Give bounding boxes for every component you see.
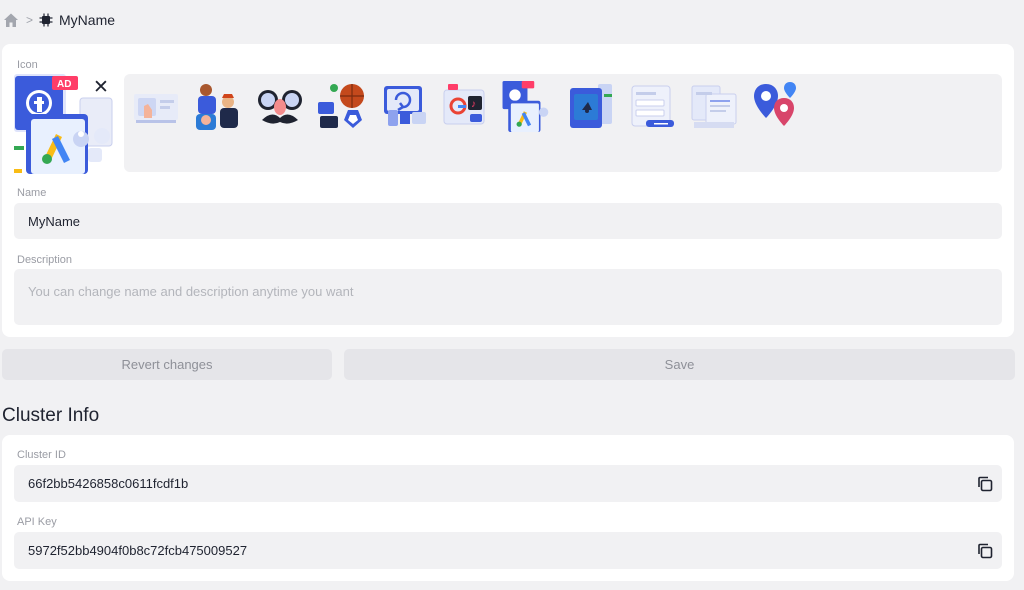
breadcrumb-title: MyName — [59, 12, 116, 28]
icon-option-login-form[interactable] — [626, 80, 678, 132]
icon-option-phone-notification[interactable] — [564, 80, 616, 132]
icon-option-documents[interactable] — [688, 80, 740, 132]
cluster-id-label: Cluster ID — [17, 449, 66, 461]
icon-option-team-people[interactable] — [192, 80, 244, 132]
cluster-id-value: 66f2bb5426858c0611fcdf1b — [28, 476, 189, 491]
icon-option-video-call[interactable] — [130, 80, 182, 132]
chip-icon — [39, 13, 53, 27]
breadcrumb: > MyName — [2, 10, 115, 30]
api-key-field[interactable]: 5972f52bb4904f0b8c72fcb475009527 — [14, 532, 1002, 569]
name-field[interactable]: MyName — [14, 203, 1002, 239]
cluster-info-title: Cluster Info — [2, 405, 100, 426]
cluster-info-card: Cluster ID 66f2bb5426858c0611fcdf1b API … — [2, 435, 1014, 581]
icon-option-disguise-glasses[interactable] — [254, 80, 306, 132]
settings-card: Icon AD ✕ ♪ Name MyName Description You … — [2, 44, 1014, 337]
icon-option-map-pins[interactable] — [750, 80, 802, 132]
svg-text:♪: ♪ — [471, 99, 476, 110]
icon-label: Icon — [17, 59, 38, 71]
revert-changes-button[interactable]: Revert changes — [2, 349, 332, 380]
icon-gallery: ♪ — [124, 74, 1002, 172]
description-field[interactable]: You can change name and description anyt… — [14, 269, 1002, 325]
save-button[interactable]: Save — [344, 349, 1015, 380]
copy-icon[interactable] — [976, 475, 994, 493]
icon-option-media-apps[interactable]: ♪ — [440, 80, 492, 132]
breadcrumb-separator: > — [26, 13, 34, 27]
api-key-label: API Key — [17, 516, 57, 528]
name-value: MyName — [28, 213, 81, 229]
description-label: Description — [17, 254, 73, 266]
icon-option-facebook-google-ads[interactable] — [502, 80, 554, 132]
api-key-value: 5972f52bb4904f0b8c72fcb475009527 — [28, 543, 248, 558]
description-placeholder: You can change name and description anyt… — [28, 284, 354, 299]
icon-option-sports-stats[interactable] — [316, 80, 368, 132]
icon-option-computer-sync[interactable] — [378, 80, 430, 132]
copy-icon[interactable] — [976, 542, 994, 560]
svg-text:AD: AD — [57, 79, 71, 90]
home-icon[interactable] — [2, 11, 20, 29]
name-label: Name — [17, 187, 47, 199]
cluster-id-field[interactable]: 66f2bb5426858c0611fcdf1b — [14, 465, 1002, 502]
close-icon[interactable]: ✕ — [92, 77, 110, 98]
